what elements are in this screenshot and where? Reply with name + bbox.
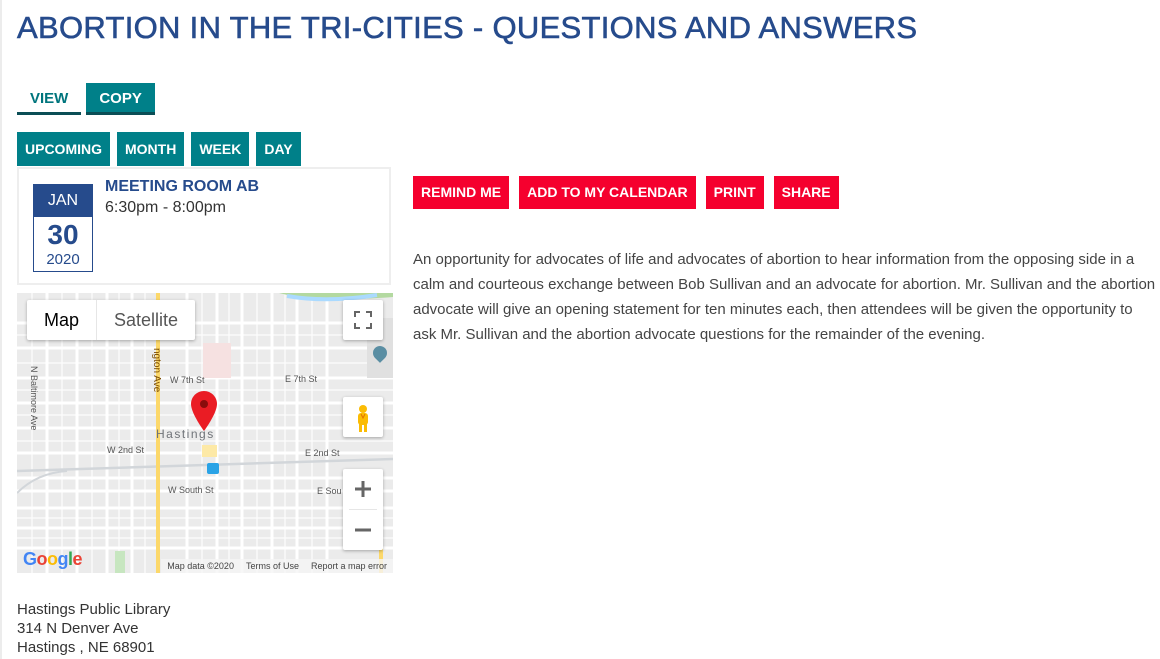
street-view-button[interactable] [343, 397, 383, 437]
event-year: 2020 [46, 251, 80, 268]
street-label: W 7th St [170, 375, 205, 385]
event-address: Hastings Public Library 314 N Denver Ave… [17, 600, 170, 657]
zoom-in-button[interactable] [343, 469, 383, 509]
month-button[interactable]: MONTH [117, 132, 185, 166]
event-day: 30 [47, 219, 79, 250]
upcoming-button[interactable]: UPCOMING [17, 132, 110, 166]
map-data-text: Map data ©2020 [167, 561, 234, 571]
fullscreen-icon [354, 311, 372, 329]
train-station-icon [207, 463, 219, 474]
print-button[interactable]: PRINT [705, 176, 764, 209]
location-map[interactable]: N Baltimore Ave ngton Ave W 7th St E 7th… [17, 293, 393, 573]
street-label: ngton Ave [151, 348, 162, 393]
minus-icon [355, 528, 371, 532]
remind-me-button[interactable]: REMIND ME [413, 176, 510, 209]
location-name: Hastings Public Library [17, 601, 171, 618]
map-type-control: Map Satellite [27, 300, 196, 340]
map-attribution: Map data ©2020 Terms of Use Report a map… [161, 559, 393, 573]
plus-icon [355, 481, 371, 497]
date-badge: JAN 30 2020 [33, 184, 93, 272]
tab-copy[interactable]: COPY [86, 83, 155, 115]
page-title: ABORTION IN THE TRI-CITIES - QUESTIONS A… [17, 10, 918, 46]
map-pin-icon[interactable] [191, 391, 217, 431]
street-label: W South St [168, 485, 214, 495]
page-border [0, 0, 2, 659]
event-room: MEETING ROOM AB [105, 178, 260, 195]
event-time: 6:30pm - 8:00pm [105, 199, 226, 216]
tab-view[interactable]: VIEW [17, 83, 82, 115]
location-street: 314 N Denver Ave [17, 620, 139, 637]
street-label: E 2nd St [305, 448, 340, 458]
event-card: JAN 30 2020 MEETING ROOM AB 6:30pm - 8:0… [17, 167, 391, 285]
day-button[interactable]: DAY [256, 132, 301, 166]
event-actions: REMIND ME ADD TO MY CALENDAR PRINT SHARE [413, 176, 839, 209]
event-month: JAN [34, 185, 92, 217]
zoom-out-button[interactable] [343, 510, 383, 550]
google-logo[interactable]: Google [23, 549, 83, 570]
pegman-icon [358, 405, 368, 432]
add-to-calendar-button[interactable]: ADD TO MY CALENDAR [519, 176, 696, 209]
map-type-map-button[interactable]: Map [27, 300, 98, 340]
map-type-satellite-button[interactable]: Satellite [97, 300, 195, 340]
street-label: E 7th St [285, 374, 318, 384]
street-label: W 2nd St [107, 445, 145, 455]
fullscreen-button[interactable] [343, 300, 383, 340]
location-city: Hastings , NE 68901 [17, 639, 155, 656]
street-label: E Sou [317, 486, 342, 496]
zoom-control [343, 469, 383, 550]
view-copy-tabs: VIEW COPY [17, 83, 155, 115]
street-label: N Baltimore Ave [29, 366, 39, 431]
share-button[interactable]: SHARE [773, 176, 839, 209]
calendar-view-buttons: UPCOMING MONTH WEEK DAY [17, 132, 301, 166]
event-description: An opportunity for advocates of life and… [413, 251, 1156, 343]
terms-of-use-link[interactable]: Terms of Use [246, 561, 299, 571]
report-map-error-link[interactable]: Report a map error [311, 561, 387, 571]
week-button[interactable]: WEEK [191, 132, 250, 166]
